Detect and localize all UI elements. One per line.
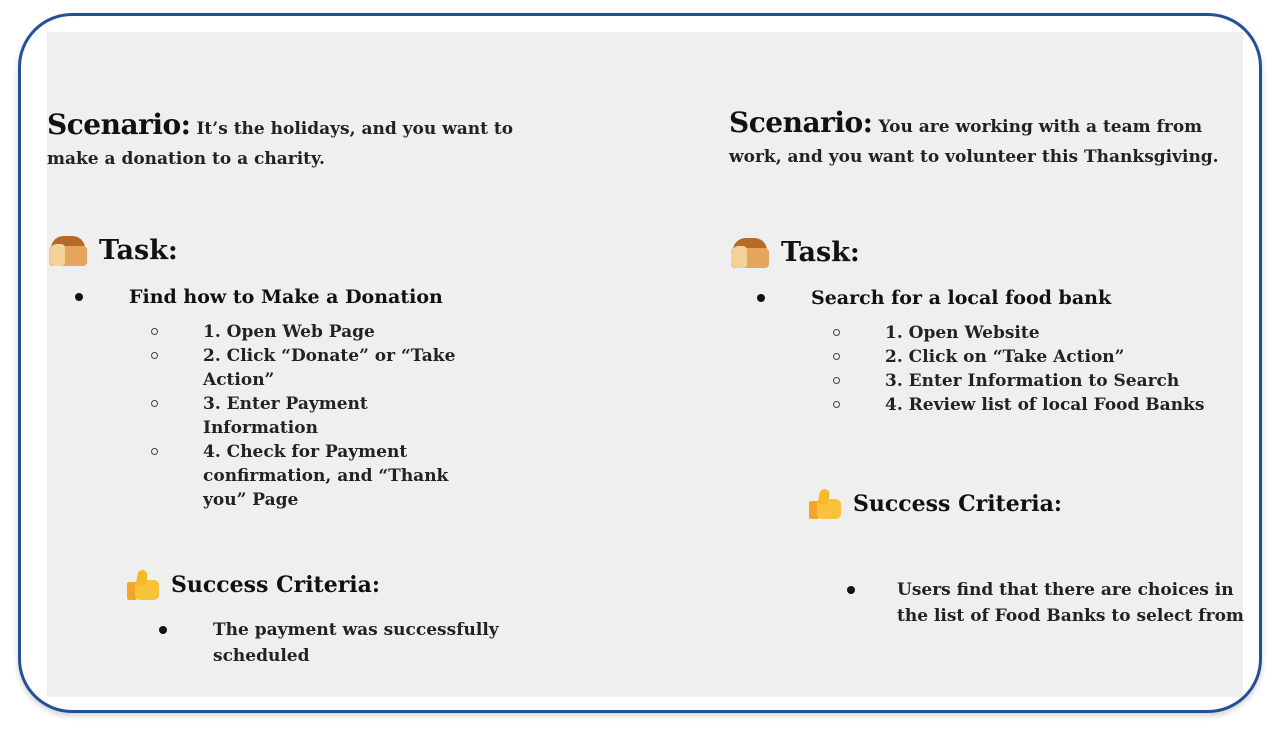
circle-bullet-icon — [151, 448, 158, 455]
right-task-heading: Task: — [729, 234, 860, 270]
list-item: 4. Check for Payment confirmation, and “… — [151, 440, 481, 512]
list-item: The payment was successfully scheduled — [157, 617, 517, 669]
circle-bullet-icon — [833, 353, 840, 360]
bullet-icon — [847, 586, 855, 594]
circle-bullet-icon — [151, 352, 158, 359]
circle-bullet-icon — [151, 400, 158, 407]
circle-bullet-icon — [833, 401, 840, 408]
slide-frame: Scenario: It’s the holidays, and you want… — [18, 13, 1262, 713]
list-item: 1. Open Website — [833, 321, 1233, 345]
success-heading-label: Success Criteria: — [171, 572, 381, 598]
scenario-label: Scenario: — [729, 106, 873, 139]
scenario-label: Scenario: — [47, 108, 191, 141]
task-heading-label: Task: — [781, 236, 860, 268]
thumbs-up-icon — [127, 568, 165, 602]
right-success-heading: Success Criteria: — [809, 487, 1062, 521]
right-task-title: Search for a local food bank — [757, 287, 1111, 309]
left-steps-list: 1. Open Web Page 2. Click “Donate” or “T… — [151, 320, 481, 512]
right-criteria-list: Users find that there are choices in the… — [845, 577, 1245, 629]
left-task-heading: Task: — [47, 232, 178, 268]
circle-bullet-icon — [833, 377, 840, 384]
list-item: 3. Enter Information to Search — [833, 369, 1233, 393]
right-scenario: Scenario: You are working with a team fro… — [729, 108, 1249, 172]
bullet-icon — [159, 626, 167, 634]
list-item: 3. Enter Payment Information — [151, 392, 481, 440]
success-heading-label: Success Criteria: — [853, 491, 1063, 517]
thumbs-up-icon — [809, 487, 847, 521]
task-title-text: Search for a local food bank — [811, 287, 1112, 309]
task-heading-label: Task: — [99, 234, 178, 266]
circle-bullet-icon — [151, 328, 158, 335]
list-item: 1. Open Web Page — [151, 320, 481, 344]
list-item: 4. Review list of local Food Banks — [833, 393, 1233, 417]
task-title-text: Find how to Make a Donation — [129, 286, 443, 308]
list-item: 2. Click “Donate” or “Take Action” — [151, 344, 481, 392]
left-success-heading: Success Criteria: — [127, 568, 380, 602]
bullet-icon — [75, 293, 83, 301]
left-task-title: Find how to Make a Donation — [75, 286, 443, 308]
bread-icon — [47, 232, 91, 268]
content-panel: Scenario: It’s the holidays, and you want… — [47, 32, 1245, 697]
list-item: Users find that there are choices in the… — [845, 577, 1245, 629]
bullet-icon — [757, 294, 765, 302]
list-item: 2. Click on “Take Action” — [833, 345, 1233, 369]
right-steps-list: 1. Open Website 2. Click on “Take Action… — [833, 321, 1233, 417]
bread-icon — [729, 234, 773, 270]
left-scenario: Scenario: It’s the holidays, and you want… — [47, 110, 517, 174]
left-criteria-list: The payment was successfully scheduled — [157, 617, 517, 669]
circle-bullet-icon — [833, 329, 840, 336]
